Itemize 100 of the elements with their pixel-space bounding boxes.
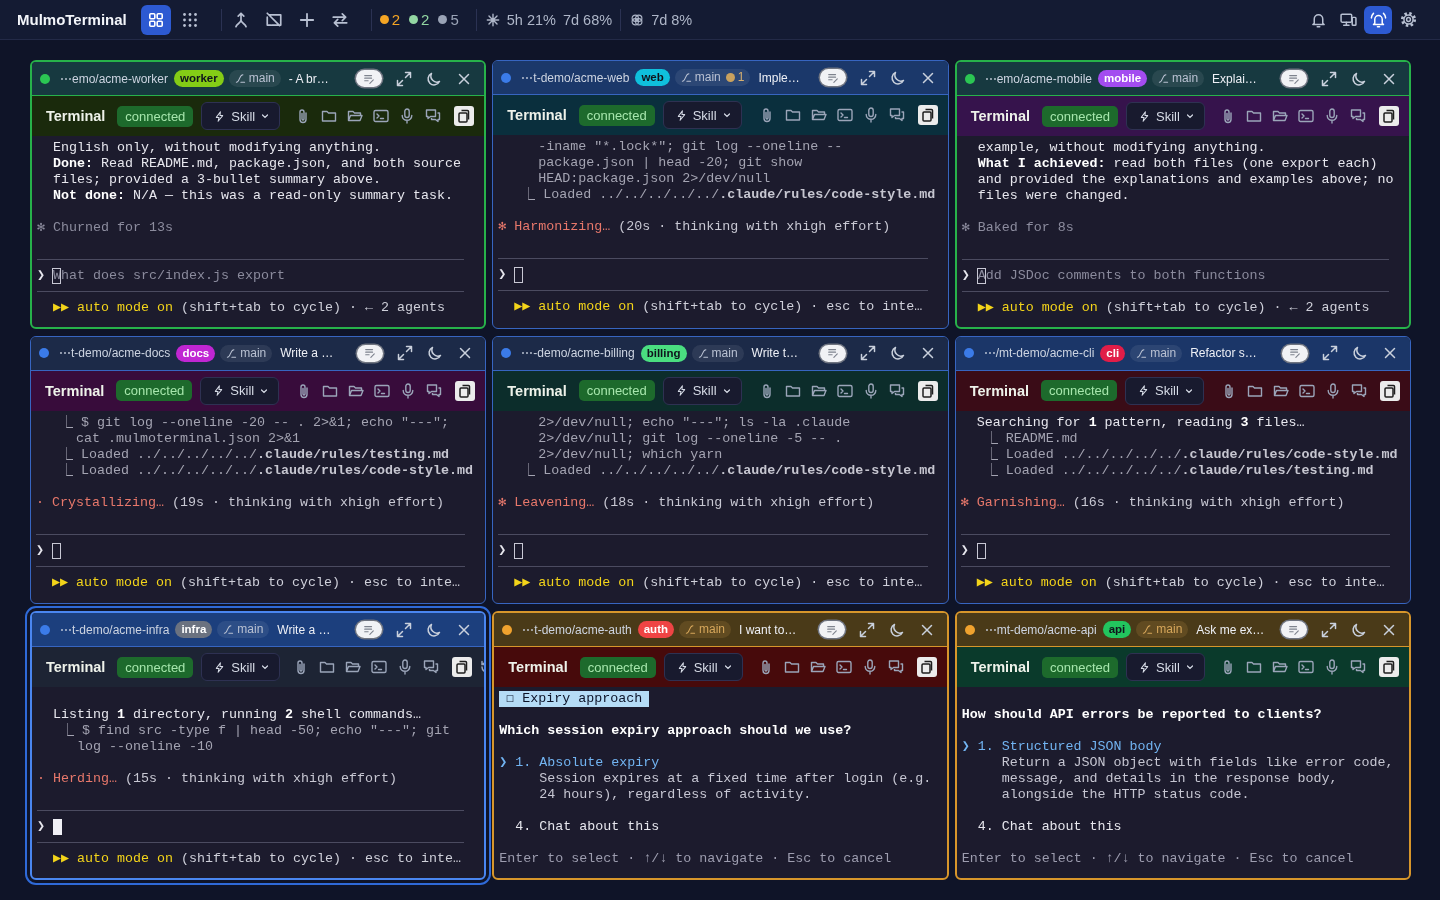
terminal-icon[interactable] xyxy=(835,659,852,676)
expand-icon[interactable] xyxy=(1321,70,1337,87)
session-title: Write a … xyxy=(277,622,332,637)
open-folder-icon[interactable] xyxy=(810,107,827,123)
moon-icon[interactable] xyxy=(889,345,906,362)
notes-toggle[interactable] xyxy=(356,70,383,87)
moon-icon[interactable] xyxy=(426,621,443,638)
chat-icon[interactable] xyxy=(423,659,440,676)
answer-option[interactable]: 4. Chat about this xyxy=(499,819,660,836)
microphone-icon[interactable] xyxy=(1325,382,1341,399)
moon-icon[interactable] xyxy=(1351,621,1367,638)
answer-option[interactable]: ❯ 1. Absolute expiry xyxy=(499,755,660,772)
chat-icon[interactable] xyxy=(1350,659,1366,676)
expand-icon[interactable] xyxy=(859,69,876,86)
notes-toggle[interactable] xyxy=(818,621,845,639)
copy-icon[interactable] xyxy=(1380,380,1400,401)
skill-dropdown[interactable]: Skill xyxy=(1126,653,1205,682)
changes-count: 1 xyxy=(737,70,745,85)
chat-icon[interactable] xyxy=(888,107,905,123)
notes-toggle[interactable] xyxy=(819,344,846,362)
terminal-icon[interactable] xyxy=(1298,108,1314,124)
folder-icon[interactable] xyxy=(783,659,800,676)
lightning-icon xyxy=(213,385,225,397)
connection-badge: connected xyxy=(1041,380,1117,402)
skill-dropdown[interactable]: Skill xyxy=(1125,376,1204,405)
folder-icon[interactable] xyxy=(319,659,336,676)
moon-icon[interactable] xyxy=(1352,345,1368,362)
copy-icon[interactable] xyxy=(1379,106,1399,126)
spinner-status: ✻ Harmonizing… xyxy=(498,219,611,234)
spinner-status: · Herding… xyxy=(37,771,117,787)
chat-icon[interactable] xyxy=(425,108,442,124)
prompt-symbol: ❯ xyxy=(36,542,46,559)
copy-icon[interactable] xyxy=(1379,657,1399,678)
chat-icon[interactable] xyxy=(887,659,904,676)
open-folder-icon[interactable] xyxy=(1272,108,1288,124)
skill-dropdown[interactable]: Skill xyxy=(662,376,742,405)
auto-mode-indicator: ▶▶ auto mode on xyxy=(977,300,1098,315)
terminal-label: Terminal xyxy=(46,659,106,676)
expand-icon[interactable] xyxy=(859,345,876,362)
branch-icon xyxy=(223,624,235,636)
status-dot-icon xyxy=(501,72,512,83)
chat-icon[interactable] xyxy=(426,382,443,399)
terminal-icon[interactable] xyxy=(836,107,853,123)
skill-dropdown[interactable]: Skill xyxy=(201,102,281,130)
folder-icon[interactable] xyxy=(1246,659,1262,676)
copy-icon[interactable] xyxy=(454,106,475,126)
mode-hint: (shift+tab to cycle) · esc to inte… xyxy=(1104,574,1385,590)
answer-option[interactable]: 4. Chat about this xyxy=(961,819,1122,836)
plus-icon[interactable] xyxy=(297,10,316,29)
tool-result-line: ⎿ Loaded ../../../../../.claude/rules/code-style.md xyxy=(522,462,936,478)
folder-icon[interactable] xyxy=(321,108,338,124)
copy-icon[interactable] xyxy=(917,380,938,401)
answer-option[interactable]: ❯ 1. Structured JSON body xyxy=(961,739,1162,756)
status-detail: (15s · thinking with xhigh effort) xyxy=(124,771,397,787)
microphone-icon[interactable] xyxy=(1324,659,1340,676)
copy-icon[interactable] xyxy=(452,657,473,678)
terminal-icon[interactable] xyxy=(836,382,853,399)
skill-dropdown[interactable]: Skill xyxy=(201,653,281,682)
skill-dropdown[interactable]: Skill xyxy=(1126,102,1205,130)
skill-dropdown[interactable]: Skill xyxy=(662,101,742,129)
notes-toggle[interactable] xyxy=(1281,621,1307,639)
terminal-icon[interactable] xyxy=(1299,382,1315,399)
screen-slash-icon[interactable] xyxy=(264,10,283,29)
terminal-icon[interactable] xyxy=(373,108,390,124)
chat-icon[interactable] xyxy=(1351,382,1367,399)
tile-view-button[interactable] xyxy=(140,4,171,35)
notes-toggle[interactable] xyxy=(1281,70,1307,87)
terminal-icon[interactable] xyxy=(371,659,388,676)
moon-icon[interactable] xyxy=(427,345,444,362)
expand-icon[interactable] xyxy=(1321,621,1337,638)
project-tag: docs xyxy=(176,344,216,362)
expand-icon[interactable] xyxy=(396,621,413,638)
notes-toggle[interactable] xyxy=(819,69,846,86)
expand-icon[interactable] xyxy=(397,345,414,362)
mode-hint: (shift+tab to cycle) · ← 2 agents xyxy=(1105,300,1370,315)
folder-icon[interactable] xyxy=(784,107,801,123)
expand-icon[interactable] xyxy=(858,621,875,638)
moon-icon[interactable] xyxy=(888,621,905,638)
copy-icon[interactable] xyxy=(916,657,937,678)
alerts-button[interactable] xyxy=(1364,5,1392,34)
expand-icon[interactable] xyxy=(1322,345,1338,362)
microphone-icon[interactable] xyxy=(1324,108,1340,124)
chat-icon[interactable] xyxy=(1350,108,1366,124)
expand-icon[interactable] xyxy=(396,70,413,87)
notes-toggle[interactable] xyxy=(1282,344,1308,362)
folder-icon[interactable] xyxy=(1246,108,1262,124)
swap-icon[interactable] xyxy=(330,10,349,29)
copy-icon[interactable] xyxy=(917,105,938,125)
chat-icon[interactable] xyxy=(888,382,905,399)
terminal-icon[interactable] xyxy=(374,382,391,399)
moon-icon[interactable] xyxy=(1351,70,1367,87)
notes-toggle[interactable] xyxy=(357,344,384,362)
skill-dropdown[interactable]: Skill xyxy=(663,653,743,682)
notes-toggle[interactable] xyxy=(356,621,383,639)
moon-icon[interactable] xyxy=(426,70,443,87)
terminal-icon[interactable] xyxy=(1298,659,1314,676)
skill-dropdown[interactable]: Skill xyxy=(200,376,280,405)
moon-icon[interactable] xyxy=(889,69,906,86)
copy-icon[interactable] xyxy=(455,380,476,401)
open-folder-icon[interactable] xyxy=(347,108,364,124)
